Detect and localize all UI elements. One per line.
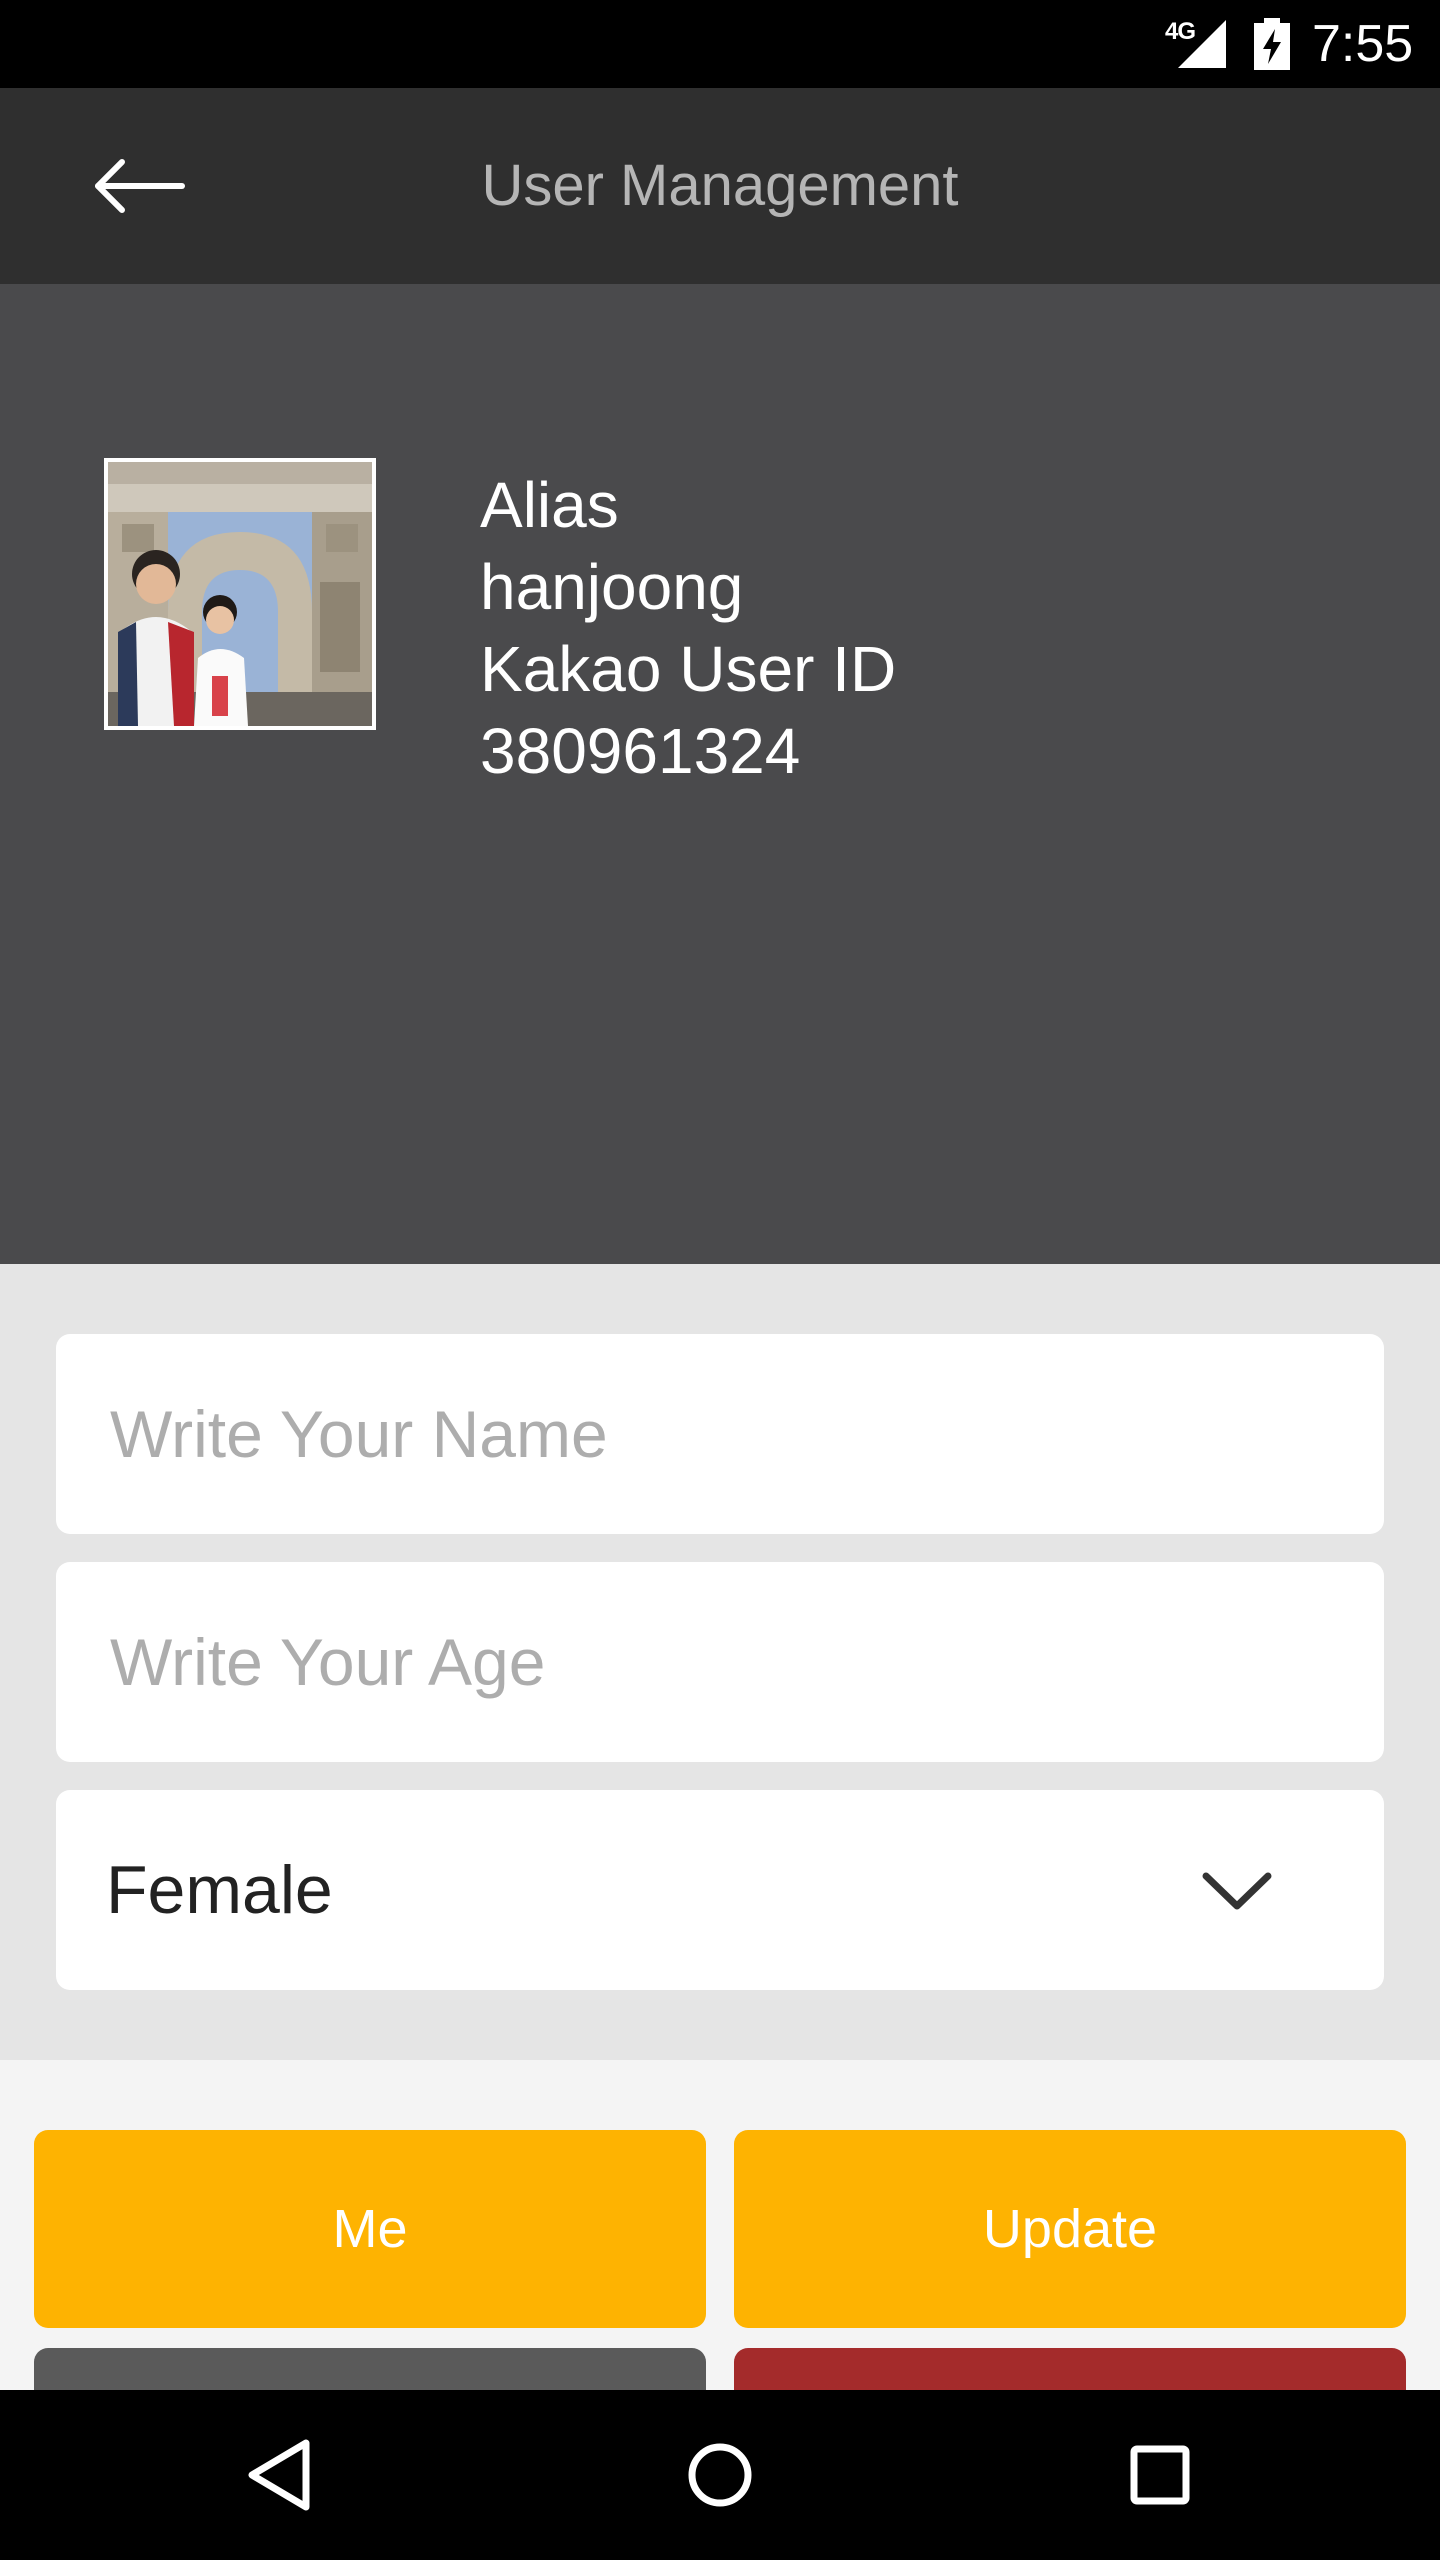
status-time: 7:55 xyxy=(1312,15,1414,73)
profile-header: Alias hanjoong Kakao User ID 380961324 xyxy=(0,284,1440,1264)
update-button[interactable]: Update xyxy=(734,2130,1406,2328)
gender-selected-value: Female xyxy=(106,1852,333,1928)
nav-recents-icon[interactable] xyxy=(1110,2425,1210,2525)
back-button[interactable] xyxy=(80,138,200,234)
age-input[interactable] xyxy=(56,1562,1384,1762)
me-button[interactable]: Me xyxy=(34,2130,706,2328)
nav-back-icon[interactable] xyxy=(230,2425,330,2525)
secondary-action-button[interactable] xyxy=(34,2348,706,2390)
network-type-label: 4G xyxy=(1165,18,1196,45)
status-bar: 4G 7:55 xyxy=(0,0,1440,88)
gender-select[interactable]: Female xyxy=(56,1790,1384,1990)
arrow-left-icon xyxy=(95,159,185,213)
avatar xyxy=(104,458,376,730)
profile-info: Alias hanjoong Kakao User ID 380961324 xyxy=(480,464,896,792)
danger-action-button[interactable] xyxy=(734,2348,1406,2390)
page-title: User Management xyxy=(481,153,959,218)
action-buttons: Me Update xyxy=(0,2060,1440,2390)
user-id-label: Kakao User ID xyxy=(480,633,897,705)
user-id-value: 380961324 xyxy=(480,715,801,787)
alias-value: hanjoong xyxy=(480,551,744,623)
profile-photo xyxy=(108,462,372,726)
user-form: Female xyxy=(0,1264,1440,2060)
age-field-container xyxy=(56,1562,1384,1762)
name-field-container xyxy=(56,1334,1384,1534)
name-input[interactable] xyxy=(56,1334,1384,1534)
chevron-down-icon xyxy=(1202,1872,1272,1910)
alias-label: Alias xyxy=(480,469,619,541)
system-nav-bar xyxy=(0,2390,1440,2560)
battery-charging-icon xyxy=(1254,18,1290,70)
nav-home-icon[interactable] xyxy=(670,2425,770,2525)
app-bar: User Management xyxy=(0,88,1440,284)
